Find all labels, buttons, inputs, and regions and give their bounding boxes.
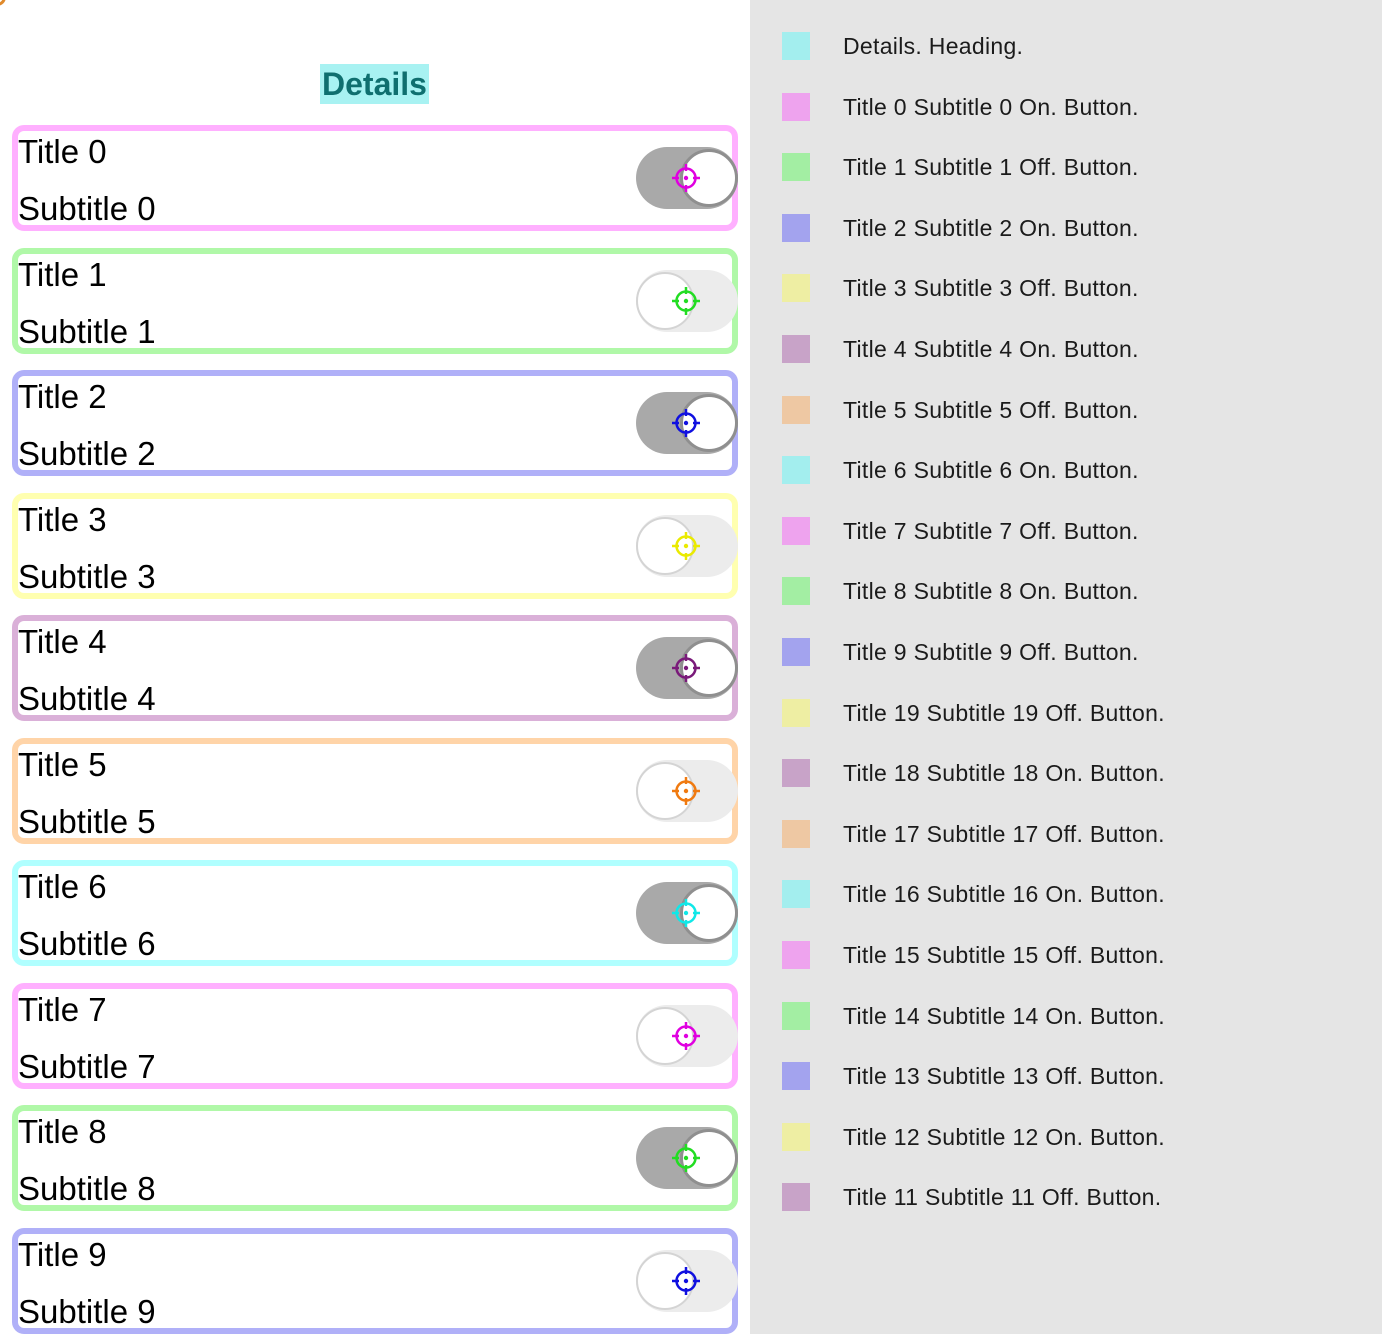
list-row: Title 1 Subtitle 1	[12, 248, 738, 354]
row-subtitle: Subtitle 3	[18, 558, 156, 595]
row-toggle-switch[interactable]	[636, 270, 738, 332]
legend-label: Title 2 Subtitle 2 On. Button.	[843, 215, 1139, 241]
legend-label: Title 14 Subtitle 14 On. Button.	[843, 1003, 1165, 1029]
legend-color-swatch	[782, 396, 810, 424]
legend-color-swatch	[782, 1062, 810, 1090]
legend-label: Title 5 Subtitle 5 Off. Button.	[843, 397, 1139, 423]
row-title: Title 0	[18, 133, 107, 170]
list-row: Title 3 Subtitle 3	[12, 493, 738, 599]
crosshair-icon	[671, 898, 701, 928]
legend-label: Title 9 Subtitle 9 Off. Button.	[843, 639, 1139, 665]
row-title: Title 5	[18, 746, 107, 783]
crosshair-icon	[671, 1021, 701, 1051]
row-subtitle: Subtitle 9	[18, 1293, 156, 1330]
row-subtitle: Subtitle 7	[18, 1048, 156, 1085]
row-subtitle: Subtitle 8	[18, 1170, 156, 1207]
list-row: Title 7 Subtitle 7	[12, 983, 738, 1089]
legend-color-swatch	[782, 759, 810, 787]
legend-label: Title 7 Subtitle 7 Off. Button.	[843, 518, 1139, 544]
list-row: Title 9 Subtitle 9	[12, 1228, 738, 1334]
list-row: Title 6 Subtitle 6	[12, 860, 738, 966]
list-row: Title 0 Subtitle 0	[12, 125, 738, 231]
row-title: Title 2	[18, 378, 107, 415]
crosshair-icon	[671, 1266, 701, 1296]
row-title: Title 9	[18, 1236, 107, 1273]
row-subtitle: Subtitle 2	[18, 435, 156, 472]
row-title: Title 7	[18, 991, 107, 1028]
list-row: Title 4 Subtitle 4	[12, 615, 738, 721]
corner-badge-icon	[0, 0, 6, 6]
row-toggle-switch[interactable]	[636, 515, 738, 577]
legend-color-swatch	[782, 1002, 810, 1030]
legend-color-swatch	[782, 1183, 810, 1211]
row-subtitle: Subtitle 0	[18, 190, 156, 227]
legend-color-swatch	[782, 577, 810, 605]
legend-color-swatch	[782, 93, 810, 121]
row-subtitle: Subtitle 4	[18, 680, 156, 717]
legend-label: Title 19 Subtitle 19 Off. Button.	[843, 700, 1165, 726]
page-title: Details	[320, 64, 429, 104]
legend-label: Title 1 Subtitle 1 Off. Button.	[843, 154, 1139, 180]
legend-color-swatch	[782, 638, 810, 666]
row-title: Title 4	[18, 623, 107, 660]
legend-label: Title 16 Subtitle 16 On. Button.	[843, 881, 1165, 907]
legend-color-swatch	[782, 214, 810, 242]
crosshair-icon	[671, 408, 701, 438]
crosshair-icon	[671, 286, 701, 316]
legend-color-swatch	[782, 941, 810, 969]
legend-color-swatch	[782, 456, 810, 484]
legend-color-swatch	[782, 153, 810, 181]
legend-color-swatch	[782, 880, 810, 908]
legend-color-swatch	[782, 820, 810, 848]
row-toggle-switch[interactable]	[636, 392, 738, 454]
legend-color-swatch	[782, 517, 810, 545]
row-title: Title 6	[18, 868, 107, 905]
row-toggle-switch[interactable]	[636, 1250, 738, 1312]
list-row: Title 8 Subtitle 8	[12, 1105, 738, 1211]
legend-color-swatch	[782, 699, 810, 727]
legend-color-swatch	[782, 32, 810, 60]
row-toggle-switch[interactable]	[636, 1005, 738, 1067]
legend-label: Title 8 Subtitle 8 On. Button.	[843, 578, 1139, 604]
crosshair-icon	[671, 1143, 701, 1173]
legend-color-swatch	[782, 1123, 810, 1151]
legend-color-swatch	[782, 335, 810, 363]
legend-label: Title 0 Subtitle 0 On. Button.	[843, 94, 1139, 120]
row-toggle-switch[interactable]	[636, 882, 738, 944]
legend-label: Details. Heading.	[843, 33, 1024, 59]
legend-label: Title 13 Subtitle 13 Off. Button.	[843, 1063, 1165, 1089]
row-toggle-switch[interactable]	[636, 147, 738, 209]
legend-label: Title 17 Subtitle 17 Off. Button.	[843, 821, 1165, 847]
crosshair-icon	[671, 776, 701, 806]
legend-label: Title 15 Subtitle 15 Off. Button.	[843, 942, 1165, 968]
legend-color-swatch	[782, 274, 810, 302]
crosshair-icon	[671, 653, 701, 683]
row-title: Title 3	[18, 501, 107, 538]
legend-label: Title 11 Subtitle 11 Off. Button.	[843, 1184, 1162, 1210]
crosshair-icon	[671, 163, 701, 193]
legend-label: Title 3 Subtitle 3 Off. Button.	[843, 275, 1139, 301]
row-toggle-switch[interactable]	[636, 1127, 738, 1189]
legend-label: Title 6 Subtitle 6 On. Button.	[843, 457, 1139, 483]
row-subtitle: Subtitle 6	[18, 925, 156, 962]
crosshair-icon	[671, 531, 701, 561]
legend-label: Title 12 Subtitle 12 On. Button.	[843, 1124, 1165, 1150]
list-row: Title 2 Subtitle 2	[12, 370, 738, 476]
legend-label: Title 18 Subtitle 18 On. Button.	[843, 760, 1165, 786]
row-subtitle: Subtitle 1	[18, 313, 156, 350]
legend-label: Title 4 Subtitle 4 On. Button.	[843, 336, 1139, 362]
row-title: Title 1	[18, 256, 107, 293]
row-title: Title 8	[18, 1113, 107, 1150]
details-panel: Details Title 0 Subtitle 0 Title 1 Subtitle…	[0, 0, 750, 1334]
row-subtitle: Subtitle 5	[18, 803, 156, 840]
row-toggle-switch[interactable]	[636, 760, 738, 822]
row-toggle-switch[interactable]	[636, 637, 738, 699]
list-row: Title 5 Subtitle 5	[12, 738, 738, 844]
